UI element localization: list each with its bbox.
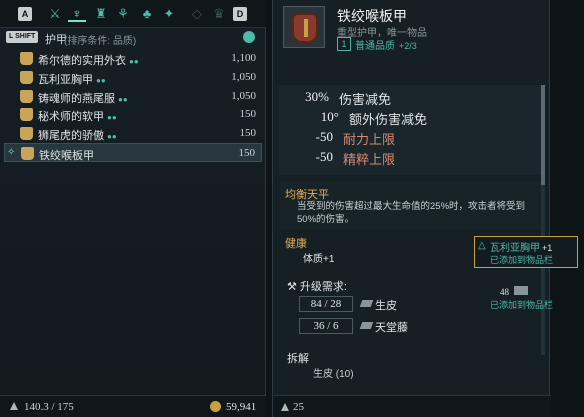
stat-label: 伤害减免 <box>339 92 392 107</box>
inventory-footer: 140.3 / 175 59,941 <box>0 395 266 417</box>
quality-label: 普通品质 <box>355 41 395 52</box>
gold-amount: 59,941 <box>226 401 257 413</box>
item-value: 150 <box>238 146 256 159</box>
notification-qty: +1 <box>542 243 553 253</box>
item-quality: 普通品质 +2/3 <box>355 37 417 52</box>
stat-row: -50 精粹上限 <box>279 149 539 169</box>
consumable-tab-icon[interactable]: ♣ <box>138 6 156 22</box>
item-name: 铁绞喉板甲 <box>39 149 94 162</box>
item-title: 铁绞喉板甲 <box>337 8 407 24</box>
quality-dots: ●● <box>107 113 117 123</box>
item-name: 秘术师的软甲 <box>38 111 104 124</box>
inventory-panel: A ⚔ ♆ ♜ ⚘ ♣ ✦ ◇ ♛ D L SHIFT 护甲 (排序条件: 品质… <box>0 0 266 417</box>
stat-row: 30% 伤害减免 <box>279 89 539 109</box>
hide-icon <box>514 286 528 295</box>
stat-row: -50 耐力上限 <box>279 129 539 149</box>
detail-scroll-thumb[interactable] <box>541 85 545 185</box>
category-tabs: A ⚔ ♆ ♜ ⚘ ♣ ✦ ◇ ♛ D <box>0 0 266 28</box>
quality-level-badge: 1 <box>337 37 351 51</box>
item-name: 希尔德的实用外衣 <box>38 55 126 67</box>
armor-icon <box>20 52 33 65</box>
weapon-tab-icon[interactable]: ⚔ <box>46 6 64 22</box>
item-value: 1,050 <box>231 89 256 102</box>
warning-triangle-icon: △ <box>478 240 486 251</box>
item-name: 铸魂师的燕尾服 <box>38 92 115 105</box>
notification-text: 已添加到物品栏 <box>490 300 554 310</box>
quality-dots: ●● <box>118 94 128 104</box>
stat-value: -50 <box>315 129 333 144</box>
quality-dots: ●● <box>96 75 106 85</box>
item-value: 150 <box>239 127 257 140</box>
stat-value: -50 <box>315 149 333 164</box>
health-value: 体质+1 <box>303 254 335 265</box>
item-list: 希尔德的实用外衣 ●● 1,100 瓦利亚胸甲 ●● 1,050 铸魂师的燕尾服 ●●… <box>4 49 262 162</box>
stat-value: 10° <box>320 109 339 124</box>
dismantle-material: 生皮 (10) <box>313 369 354 380</box>
armor-icon <box>20 89 33 103</box>
carry-weight: 140.3 / 175 <box>24 401 74 413</box>
helmet-tab-icon[interactable]: ♜ <box>92 6 110 22</box>
sort-bar: L SHIFT 护甲 (排序条件: 品质) <box>0 28 266 47</box>
gem-tab-icon[interactable]: ◇ <box>188 6 206 22</box>
stat-value: 30% <box>305 89 329 104</box>
weight-icon <box>281 403 289 411</box>
sort-hint: (排序条件: 品质) <box>64 36 137 47</box>
material-name: 生皮 <box>375 300 397 312</box>
item-value: 1,100 <box>231 52 256 64</box>
item-detail-panel: 铁绞喉板甲 重型护甲，唯一物品 1 普通品质 +2/3 30% 伤害减免 10° 额外… <box>272 0 551 417</box>
list-item[interactable]: 瓦利亚胸甲 ●● 1,050 <box>4 68 262 87</box>
item-weight: 25 <box>293 401 304 413</box>
list-item-selected[interactable]: ✧ 铁绞喉板甲 150 <box>4 142 262 162</box>
vine-icon <box>359 322 374 329</box>
armor-tab-icon[interactable]: ♆ <box>68 6 86 22</box>
crown-tab-icon[interactable]: ♛ <box>210 6 228 22</box>
selection-cursor-icon: ✧ <box>7 146 16 158</box>
detail-footer: 25 <box>273 395 551 417</box>
quality-dots: ●● <box>107 132 117 142</box>
next-tab-key[interactable]: D <box>233 7 247 21</box>
armor-icon <box>21 146 34 160</box>
quality-count: +2/3 <box>399 41 417 51</box>
upgrade-label: 升级需求: <box>299 281 347 293</box>
list-item[interactable]: 狮尾虎的骄傲 ●● 150 <box>4 124 262 143</box>
list-item[interactable]: 希尔德的实用外衣 ●● 1,100 <box>4 49 262 68</box>
stat-label: 额外伤害减免 <box>349 112 428 127</box>
item-portrait <box>283 6 325 48</box>
item-value: 1,050 <box>231 70 256 83</box>
stats-block: 30% 伤害减免 10° 额外伤害减免 -50 耐力上限 -50 精粹上限 <box>279 85 541 175</box>
material-count: 36 / 6 <box>299 318 353 334</box>
notification-item: 瓦利亚胸甲 +1 <box>490 239 552 254</box>
sort-shift-key[interactable]: L SHIFT <box>6 31 39 43</box>
coin-icon <box>210 401 221 412</box>
material-tab-icon[interactable]: ✦ <box>160 6 178 22</box>
chestplate-icon <box>292 13 318 43</box>
prev-tab-key[interactable]: A <box>18 7 32 21</box>
armor-icon <box>20 108 33 122</box>
material-count: 84 / 28 <box>299 296 353 312</box>
list-item[interactable]: 秘术师的软甲 ●● 150 <box>4 105 262 124</box>
weight-icon <box>10 402 18 410</box>
material-name: 天堂藤 <box>375 322 408 334</box>
armor-icon <box>20 127 33 141</box>
upgrade-title: ⚒ 升级需求: <box>287 278 347 294</box>
dismantle-title: 拆解 <box>287 353 309 365</box>
sort-button[interactable] <box>243 31 255 43</box>
armor-icon <box>20 70 33 84</box>
item-name: 狮尾虎的骄傲 <box>38 130 104 143</box>
list-item[interactable]: 铸魂师的燕尾服 ●● 1,050 <box>4 87 262 106</box>
health-title: 健康 <box>285 238 307 250</box>
item-value: 150 <box>239 108 257 121</box>
item-name: 瓦利亚胸甲 <box>38 73 93 86</box>
stat-label: 精粹上限 <box>343 152 396 167</box>
notification-count: 48 <box>500 287 509 297</box>
hide-icon <box>359 300 374 307</box>
trait-description: 当受到的伤害超过最大生命值的25%时，攻击者将受到50%的伤害。 <box>297 201 526 225</box>
notification-text: 已添加到物品栏 <box>490 255 554 265</box>
ring-tab-icon[interactable]: ⚘ <box>114 6 132 22</box>
stat-label: 耐力上限 <box>343 132 396 147</box>
stat-row: 10° 额外伤害减免 <box>279 109 539 129</box>
hammer-icon: ⚒ <box>287 281 300 293</box>
quality-dots: ●● <box>129 57 139 66</box>
